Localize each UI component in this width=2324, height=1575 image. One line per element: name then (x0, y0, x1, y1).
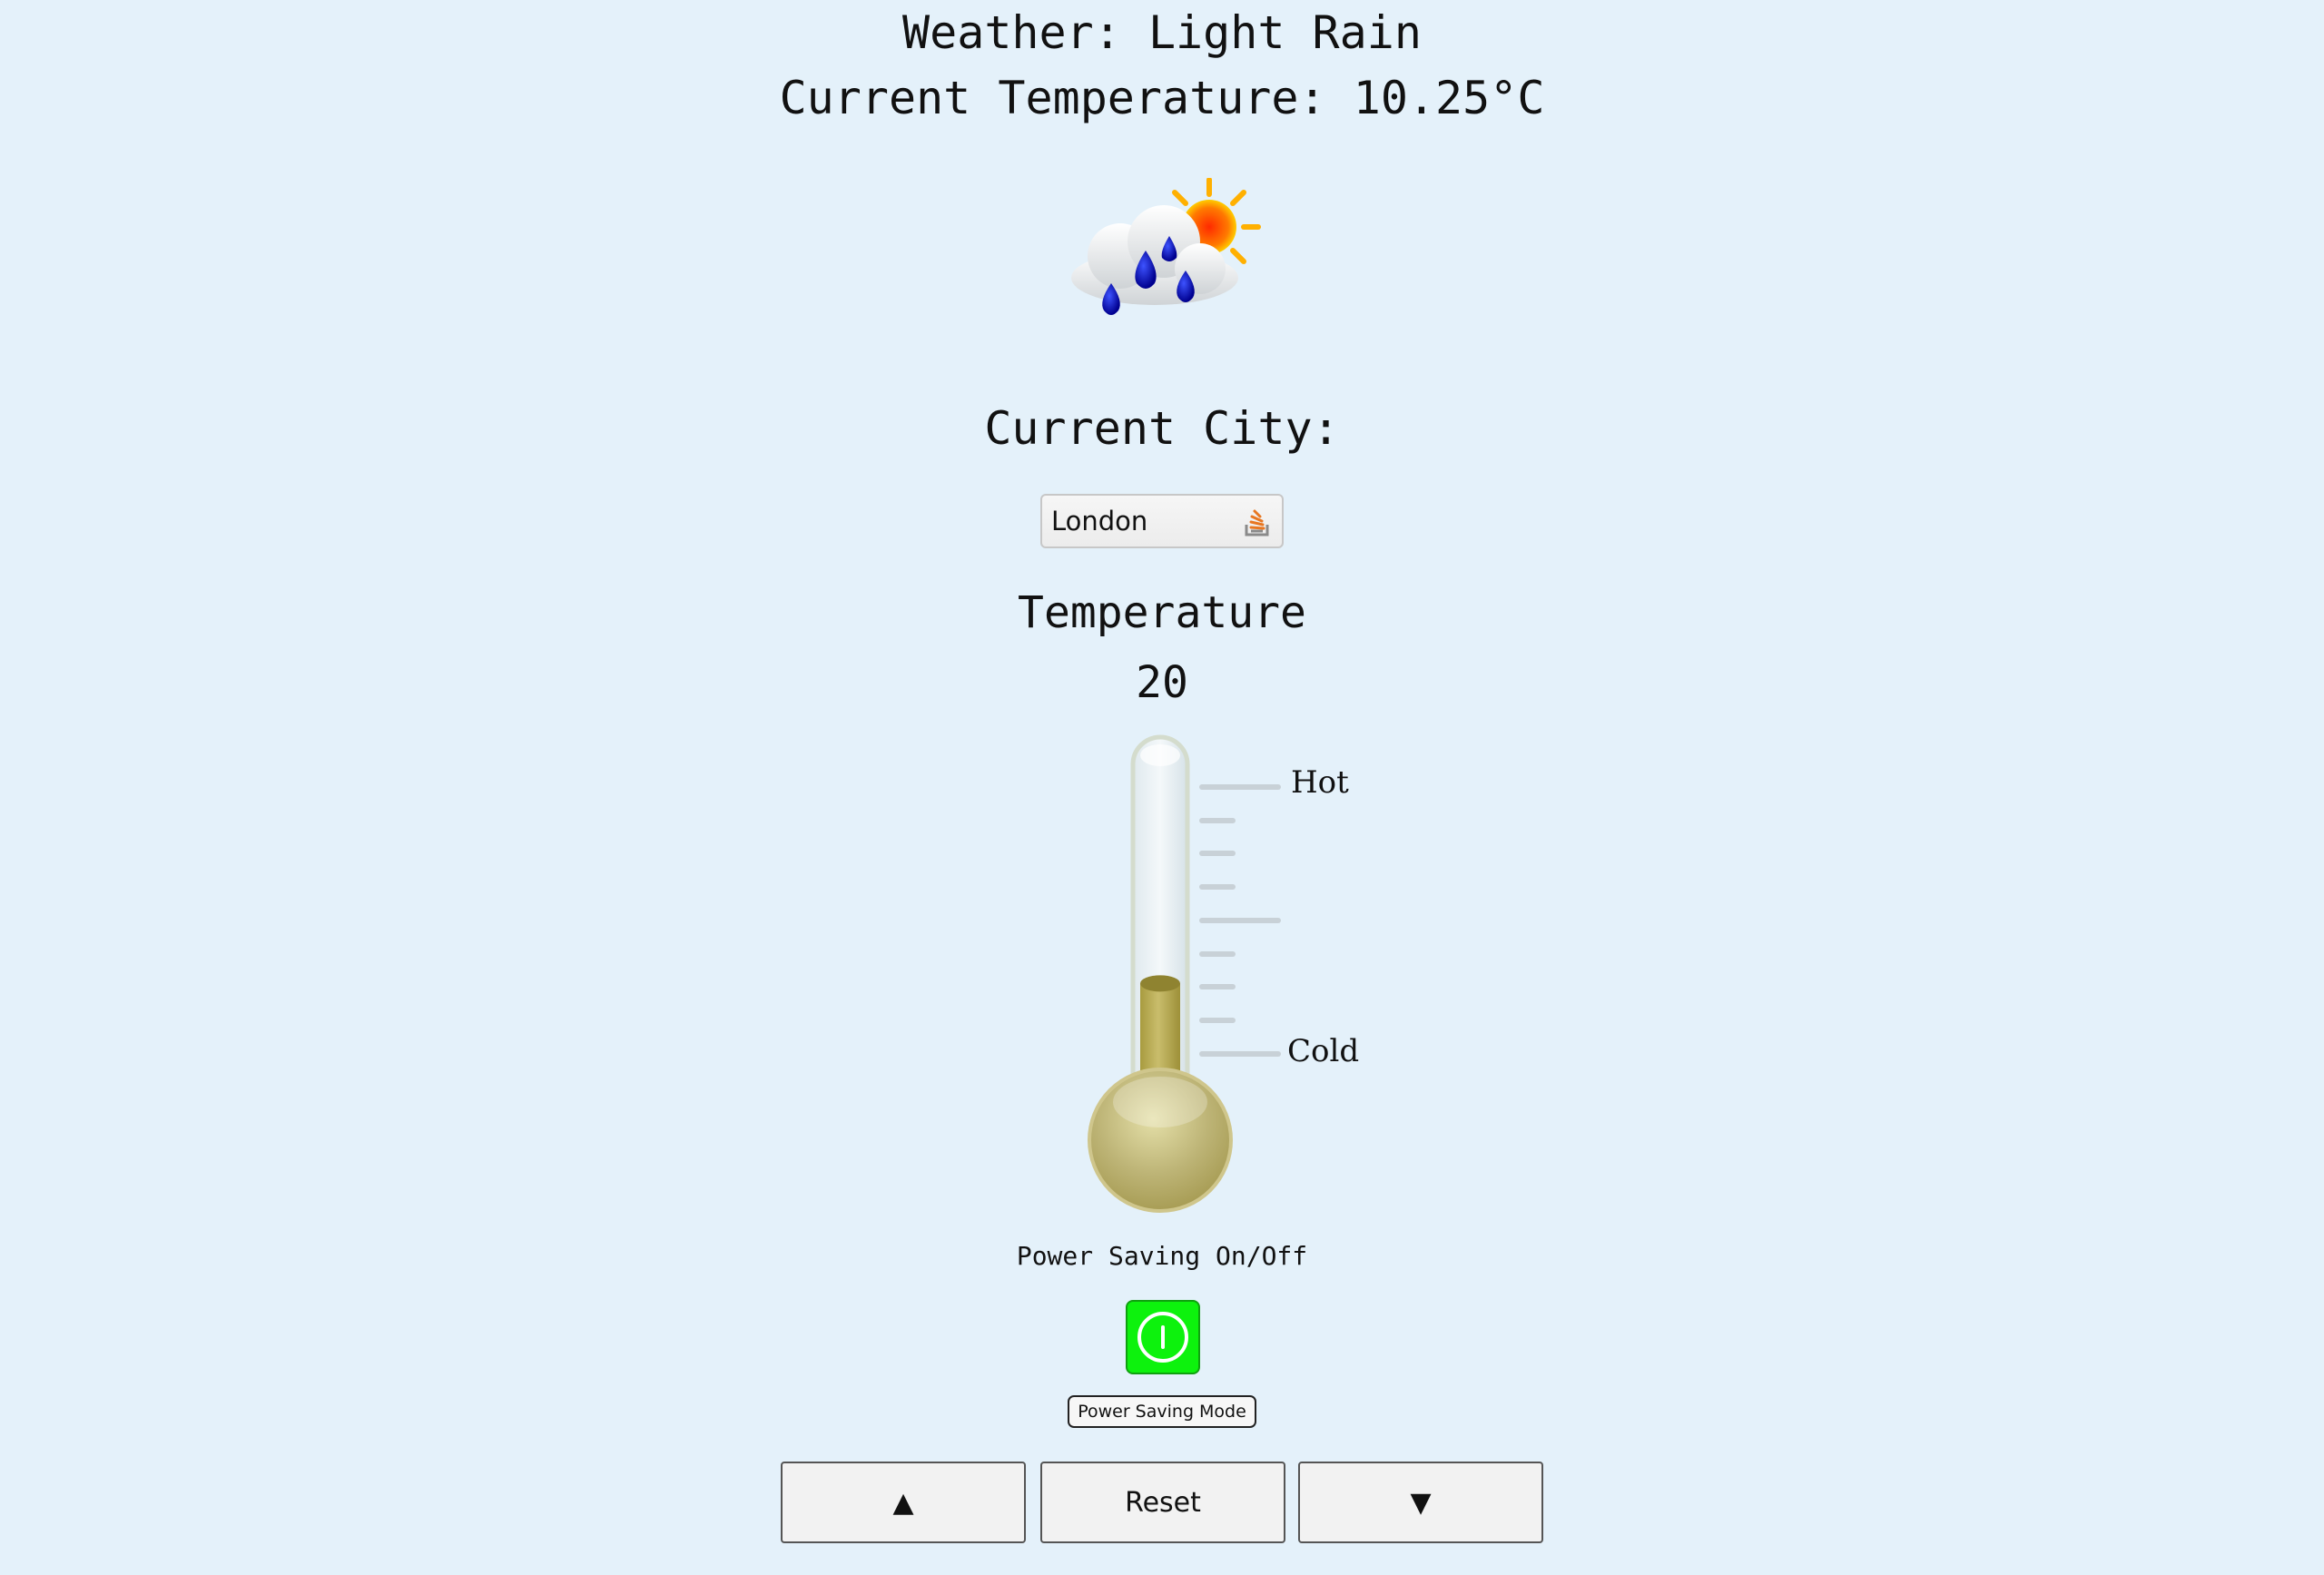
power-saving-toggle[interactable] (1126, 1300, 1200, 1374)
power-saving-label: Power Saving On/Off (1016, 1241, 1308, 1271)
current-temperature: Current Temperature: 10.25°C (779, 72, 1545, 124)
tube-highlight (1140, 744, 1180, 766)
reset-button[interactable]: Reset (1040, 1462, 1285, 1543)
stack-icon (1245, 509, 1269, 536)
cloud-rain-sun-icon (1071, 178, 1261, 315)
city-select[interactable]: London (1040, 494, 1284, 548)
label-hot: Hot (1291, 764, 1349, 801)
city-heading: Current City: (984, 402, 1340, 455)
weather-status: Weather: Light Rain (902, 6, 1422, 59)
power-icon (1137, 1312, 1188, 1363)
bulb-highlight (1113, 1077, 1207, 1127)
temperature-heading: Temperature (1018, 587, 1306, 638)
label-cold: Cold (1287, 1033, 1360, 1069)
power-saving-mode-button[interactable]: Power Saving Mode (1068, 1395, 1256, 1428)
temperature-setpoint: 20 (1136, 657, 1188, 708)
thermometer-liquid-top (1140, 975, 1180, 992)
temperature-up-button[interactable]: ▲ (781, 1462, 1026, 1543)
city-select-value: London (1051, 506, 1148, 536)
temperature-down-button[interactable]: ▼ (1298, 1462, 1543, 1543)
tick-marks (1199, 784, 1281, 1057)
